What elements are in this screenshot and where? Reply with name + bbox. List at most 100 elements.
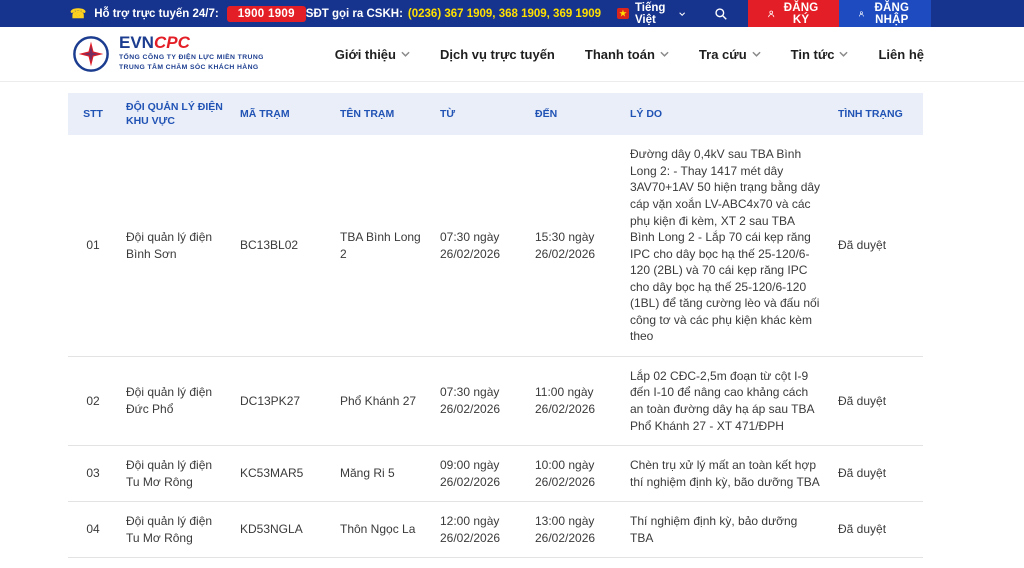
table-row: 04Đội quản lý điện Tu Mơ RôngKD53NGLAThô… (68, 502, 923, 558)
brand-text: EVNCPC TỔNG CÔNG TY ĐIỆN LỰC MIỀN TRUNG … (119, 34, 264, 73)
cell-den: 11:00 ngày 26/02/2026 (527, 356, 622, 445)
chevron-down-icon (752, 51, 761, 57)
nav-item-label: Dịch vụ trực tuyến (440, 47, 555, 62)
cell-ly_do: Chèn trụ xử lý mất an toàn kết hợp thí n… (622, 446, 830, 502)
cell-stt: 01 (68, 135, 118, 356)
cell-tu: 14:00 ngày 26/02/2026 (432, 558, 527, 568)
cell-den: 10:00 ngày 26/02/2026 (527, 446, 622, 502)
cell-den: 15:30 ngày 26/02/2026 (527, 135, 622, 356)
org-name: TỔNG CÔNG TY ĐIỆN LỰC MIỀN TRUNG TRUNG T… (119, 53, 264, 73)
column-header-4: TỪ (432, 93, 527, 135)
column-header-1: ĐỘI QUẢN LÝ ĐIỆN KHU VỰC (118, 93, 232, 135)
cell-doi: Đội quản lý điện Tu Mơ Rông (118, 502, 232, 558)
cell-tu: 07:30 ngày 26/02/2026 (432, 356, 527, 445)
chevron-down-icon (401, 51, 410, 57)
cell-ma_tram: KD53NGLA (232, 502, 332, 558)
register-label: ĐĂNG KÝ (782, 2, 820, 26)
cell-ten_tram: Phổ Minh 15 (332, 558, 432, 568)
column-header-6: LÝ DO (622, 93, 830, 135)
outage-table-body: 01Đội quản lý điện Bình SơnBC13BL02TBA B… (68, 135, 923, 568)
table-row: 01Đội quản lý điện Bình SơnBC13BL02TBA B… (68, 135, 923, 356)
cell-ma_tram: KC53MAR5 (232, 446, 332, 502)
cell-ly_do: Tại đường dây hạ áp sau TBA Phổ Minh 15 … (622, 558, 830, 568)
language-selector[interactable]: ★ Tiếng Việt (617, 0, 685, 27)
main-nav: Giới thiệu Dịch vụ trực tuyến Thanh toán Tr… (335, 47, 924, 62)
evn-logo-icon (72, 35, 110, 73)
cell-ma_tram: DC13MI15 (232, 558, 332, 568)
cell-tu: 12:00 ngày 26/02/2026 (432, 502, 527, 558)
login-label: ĐĂNG NHẬP (872, 2, 912, 26)
cell-stt: 04 (68, 502, 118, 558)
nav-item-5[interactable]: Liên hệ (878, 47, 924, 62)
org-line1: TỔNG CÔNG TY ĐIỆN LỰC MIỀN TRUNG (119, 53, 264, 63)
cell-ly_do: Lắp 02 CĐC-2,5m đoạn từ cột I-9 đến I-10… (622, 356, 830, 445)
column-header-2: MÃ TRẠM (232, 93, 332, 135)
nav-item-4[interactable]: Tin tức (791, 47, 849, 62)
table-row: 05Đội quản lý điện Đức PhổDC13MI15Phổ Mi… (68, 558, 923, 568)
chevron-down-icon (660, 51, 669, 57)
cell-stt: 05 (68, 558, 118, 568)
cell-tinh_trang: Đã duyệt (830, 135, 923, 356)
login-button[interactable]: ĐĂNG NHẬP (839, 0, 931, 27)
column-header-7: TÌNH TRẠNG (830, 93, 923, 135)
brand-evn: EVN (119, 33, 154, 52)
outage-table: STTĐỘI QUẢN LÝ ĐIỆN KHU VỰCMÃ TRẠMTÊN TR… (68, 93, 923, 568)
cell-ten_tram: Măng Ri 5 (332, 446, 432, 502)
nav-item-label: Tra cứu (699, 47, 747, 62)
column-header-5: ĐẾN (527, 93, 622, 135)
cell-tu: 09:00 ngày 26/02/2026 (432, 446, 527, 502)
cell-tinh_trang: Đã duyệt (830, 446, 923, 502)
nav-item-label: Thanh toán (585, 47, 655, 62)
chevron-down-icon (839, 51, 848, 57)
nav-item-0[interactable]: Giới thiệu (335, 47, 410, 62)
brand[interactable]: EVNCPC TỔNG CÔNG TY ĐIỆN LỰC MIỀN TRUNG … (72, 34, 264, 73)
cell-den: 17:00 ngày 26/02/2026 (527, 558, 622, 568)
cell-den: 13:00 ngày 26/02/2026 (527, 502, 622, 558)
site-header: EVNCPC TỔNG CÔNG TY ĐIỆN LỰC MIỀN TRUNG … (0, 27, 1024, 82)
topbar: ☎ Hỗ trợ trực tuyến 24/7: 1900 1909 SĐT … (0, 0, 1024, 27)
user-icon (858, 8, 865, 20)
nav-item-3[interactable]: Tra cứu (699, 47, 761, 62)
cell-stt: 03 (68, 446, 118, 502)
brand-name: EVNCPC (119, 34, 264, 53)
search-icon (714, 7, 728, 21)
table-row: 03Đội quản lý điện Tu Mơ RôngKC53MAR5Măn… (68, 446, 923, 502)
topbar-support: ☎ Hỗ trợ trực tuyến 24/7: 1900 1909 (0, 0, 306, 27)
outage-table-head: STTĐỘI QUẢN LÝ ĐIỆN KHU VỰCMÃ TRẠMTÊN TR… (68, 93, 923, 135)
nav-item-2[interactable]: Thanh toán (585, 47, 669, 62)
cell-stt: 02 (68, 356, 118, 445)
cell-doi: Đội quản lý điện Đức Phổ (118, 356, 232, 445)
language-label: Tiếng Việt (635, 2, 673, 26)
cell-ten_tram: Thôn Ngọc La (332, 502, 432, 558)
nav-item-label: Tin tức (791, 47, 835, 62)
nav-item-1[interactable]: Dịch vụ trực tuyến (440, 47, 555, 62)
table-header-row: STTĐỘI QUẢN LÝ ĐIỆN KHU VỰCMÃ TRẠMTÊN TR… (68, 93, 923, 135)
cell-ma_tram: BC13BL02 (232, 135, 332, 356)
brand-cpc: CPC (154, 33, 190, 52)
cell-ten_tram: TBA Bình Long 2 (332, 135, 432, 356)
cell-ten_tram: Phổ Khánh 27 (332, 356, 432, 445)
phone-icon: ☎ (70, 6, 86, 22)
table-row: 02Đội quản lý điện Đức PhổDC13PK27Phổ Kh… (68, 356, 923, 445)
cell-doi: Đội quản lý điện Đức Phổ (118, 558, 232, 568)
register-button[interactable]: ĐĂNG KÝ (748, 0, 840, 27)
cell-ly_do: Đường dây 0,4kV sau TBA Bình Long 2: - T… (622, 135, 830, 356)
support-label: Hỗ trợ trực tuyến 24/7: (94, 8, 219, 20)
cskh-label: SĐT gọi ra CSKH: (306, 8, 403, 20)
chevron-down-icon (679, 11, 685, 17)
cell-ly_do: Thí nghiệm định kỳ, bảo dưỡng TBA (622, 502, 830, 558)
cell-tinh_trang: Đã duyệt (830, 356, 923, 445)
topbar-right: SĐT gọi ra CSKH: (0236) 367 1909, 368 19… (306, 0, 1024, 27)
cskh-info: SĐT gọi ra CSKH: (0236) 367 1909, 368 19… (306, 0, 601, 27)
cell-doi: Đội quản lý điện Tu Mơ Rông (118, 446, 232, 502)
cell-ma_tram: DC13PK27 (232, 356, 332, 445)
cell-tinh_trang: Đã duyệt (830, 502, 923, 558)
user-icon (767, 8, 775, 20)
vietnam-flag-icon: ★ (617, 8, 629, 19)
hotline-badge[interactable]: 1900 1909 (227, 6, 306, 22)
cell-doi: Đội quản lý điện Bình Sơn (118, 135, 232, 356)
search-button[interactable] (700, 0, 742, 27)
cell-tinh_trang: Đã duyệt (830, 558, 923, 568)
nav-item-label: Giới thiệu (335, 47, 396, 62)
column-header-0: STT (68, 93, 118, 135)
